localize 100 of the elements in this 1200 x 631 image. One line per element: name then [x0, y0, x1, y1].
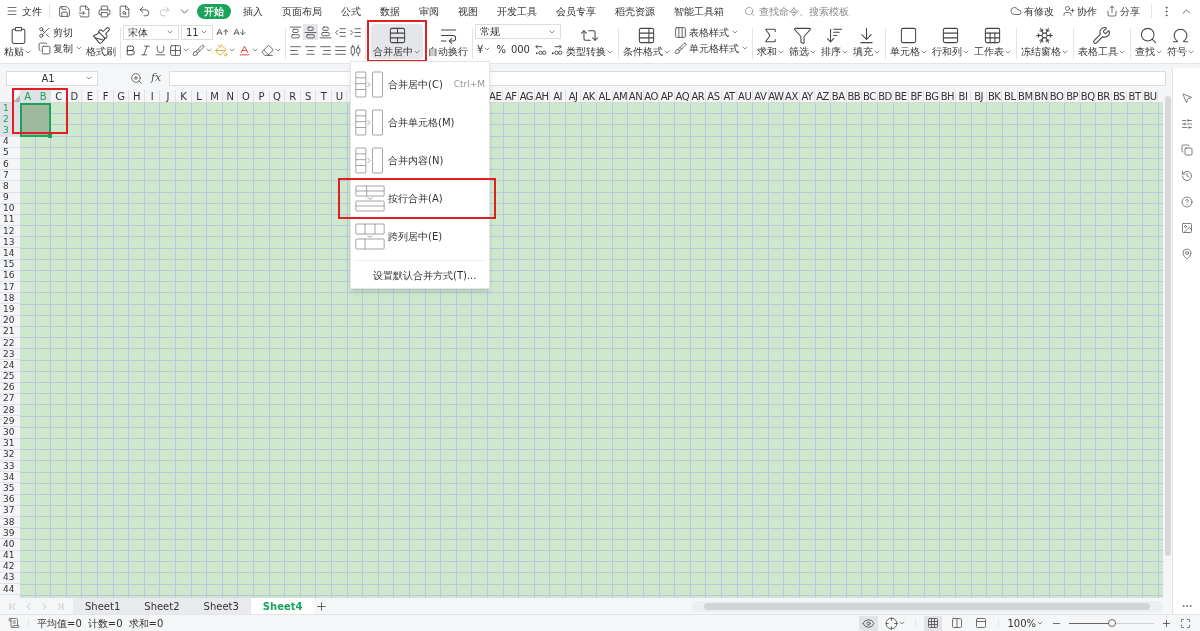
view-mode-button[interactable] [924, 615, 943, 631]
column-header[interactable]: AK [581, 90, 597, 102]
column-header[interactable]: BM [1018, 90, 1034, 102]
paste-button[interactable]: 粘贴 [2, 24, 34, 59]
column-header[interactable]: C [51, 90, 67, 102]
column-header[interactable]: AV [752, 90, 769, 102]
sheet-tab[interactable]: Sheet3 [191, 598, 251, 614]
column-header[interactable]: BB [846, 90, 863, 102]
header-action[interactable]: 分享 [1106, 3, 1140, 19]
column-header[interactable]: BC [862, 90, 878, 102]
wrap-text-button[interactable]: 自动换行 [426, 24, 470, 59]
side-panel-button[interactable] [1179, 90, 1194, 106]
cell-grid[interactable] [20, 103, 1163, 598]
menu-item[interactable]: 合并居中(C) Ctrl+M [351, 67, 489, 102]
column-header[interactable]: BH [940, 90, 956, 102]
ribbon-tab[interactable]: 审阅 [412, 3, 446, 19]
ribbon-button[interactable]: 行和列 [930, 24, 972, 59]
column-header[interactable]: AT [721, 90, 738, 102]
column-header[interactable]: AL [597, 90, 613, 102]
toolbar-button[interactable] [97, 3, 112, 19]
zoom-slider[interactable] [1069, 618, 1154, 628]
column-header[interactable]: BS [1111, 90, 1128, 102]
zoom-slider-thumb[interactable] [1107, 619, 1116, 627]
column-header[interactable]: AR [690, 90, 707, 102]
column-header[interactable]: BJ [971, 90, 987, 102]
ribbon-button[interactable]: 筛选 [787, 24, 819, 59]
ribbon-button[interactable]: 单元格 [888, 24, 930, 59]
cut-button[interactable]: 剪切 [37, 24, 84, 40]
scrollbar-thumb[interactable] [1164, 96, 1171, 556]
column-header[interactable]: AN [628, 90, 644, 102]
column-header[interactable]: AJ [565, 90, 582, 102]
column-header[interactable]: AY [799, 90, 816, 102]
column-header[interactable]: BO [1049, 90, 1065, 102]
toolbar-button[interactable] [168, 42, 191, 58]
toolbar-button[interactable] [57, 3, 72, 19]
side-panel-button[interactable] [1179, 168, 1194, 184]
scrollbar-thumb[interactable] [704, 602, 1150, 610]
toolbar-button[interactable] [260, 42, 283, 58]
column-header[interactable]: AG [519, 90, 535, 102]
merge-button[interactable]: 合并居中 [371, 24, 423, 59]
ribbon-tab[interactable]: 数据 [373, 3, 407, 19]
column-header[interactable]: AW [768, 90, 785, 102]
column-header[interactable]: BG [924, 90, 941, 102]
column-header[interactable]: S [300, 90, 317, 102]
column-header[interactable]: AI [550, 90, 566, 102]
toolbar-button[interactable] [77, 3, 92, 19]
menu-item[interactable]: 合并内容(N) [351, 143, 489, 178]
column-header[interactable]: T [316, 90, 332, 102]
toolbar-button[interactable] [318, 24, 333, 40]
column-header[interactable]: BF [908, 90, 925, 102]
column-header[interactable]: BI [955, 90, 972, 102]
toolbar-button[interactable] [288, 24, 303, 40]
column-header[interactable]: D [66, 90, 83, 102]
column-header[interactable]: AO [643, 90, 660, 102]
column-header[interactable]: L [191, 90, 208, 102]
side-panel-button[interactable] [1179, 142, 1194, 158]
toolbar-button[interactable] [303, 24, 318, 40]
column-header[interactable]: K [175, 90, 192, 102]
column-header[interactable]: BK [986, 90, 1003, 102]
toolbar-button[interactable] [117, 3, 132, 19]
column-header[interactable]: AS [706, 90, 722, 102]
horizontal-scrollbar[interactable] [692, 600, 1162, 612]
conditional-format-button[interactable]: 条件格式 [621, 24, 673, 59]
ribbon-tab[interactable]: 页面布局 [275, 3, 329, 19]
column-header[interactable]: BL [1002, 90, 1019, 102]
font-size-select[interactable]: 11 [181, 24, 213, 40]
ribbon-tab[interactable]: 会员专享 [549, 3, 603, 19]
side-panel-button[interactable] [1179, 220, 1194, 236]
ribbon-button[interactable]: 符号 [1165, 24, 1197, 59]
ribbon-tab[interactable]: 智能工具箱 [667, 3, 731, 19]
ribbon-button[interactable]: 求和 [755, 24, 787, 59]
name-box[interactable]: A1 [6, 70, 98, 86]
column-header[interactable]: H [129, 90, 145, 102]
cell-style-button[interactable]: 单元格样式 [673, 40, 750, 56]
column-header[interactable]: E [82, 90, 98, 102]
column-header[interactable]: BU [1142, 90, 1159, 102]
ribbon-tab[interactable]: 插入 [236, 3, 270, 19]
column-header[interactable]: M [207, 90, 223, 102]
column-header[interactable]: BT [1127, 90, 1143, 102]
side-panel-button[interactable] [1179, 246, 1194, 262]
fill-handle[interactable] [48, 133, 53, 138]
column-header[interactable]: AF [503, 90, 520, 102]
side-panel-button[interactable] [1179, 116, 1194, 132]
header-action[interactable]: 协作 [1063, 3, 1097, 19]
column-header[interactable]: AZ [815, 90, 831, 102]
column-header[interactable]: F [97, 90, 114, 102]
ribbon-tab[interactable]: 稻壳资源 [608, 3, 662, 19]
zoom-level-button[interactable]: 100% [1007, 615, 1044, 631]
ribbon-button[interactable]: 排序 [819, 24, 851, 59]
column-header[interactable]: BD [877, 90, 894, 102]
column-header[interactable]: BP [1064, 90, 1081, 102]
menu-item[interactable]: 设置默认合并方式(T)... [351, 264, 489, 286]
format-painter-button[interactable]: 格式刷 [84, 24, 118, 59]
eye-protection-button[interactable] [859, 615, 879, 631]
type-convert-button[interactable]: 类型转换 [564, 24, 616, 59]
column-header[interactable]: AX [784, 90, 800, 102]
column-header[interactable]: I [144, 90, 161, 102]
column-header[interactable]: O [238, 90, 254, 102]
column-header[interactable]: BA [830, 90, 847, 102]
column-header[interactable]: P [253, 90, 270, 102]
